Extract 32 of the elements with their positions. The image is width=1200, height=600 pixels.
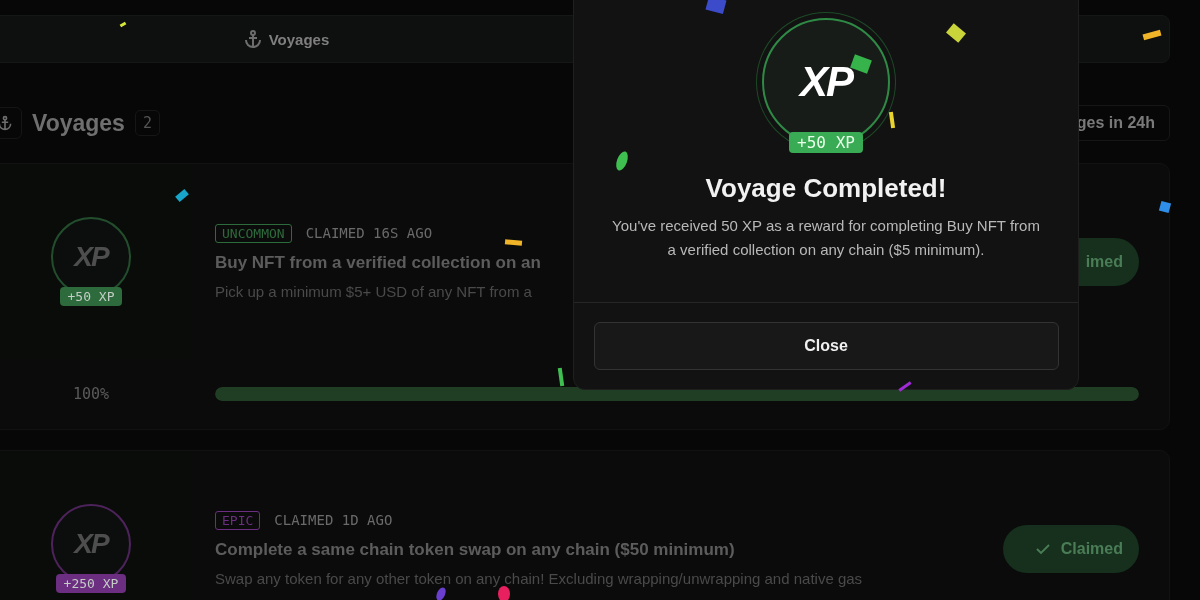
confetti-piece: [616, 151, 628, 171]
confetti-piece: [498, 586, 510, 600]
anchor-icon: [242, 29, 263, 49]
voyage-title: Buy NFT from a verified collection on an: [215, 252, 541, 273]
voyages-tab[interactable]: Voyages: [0, 16, 581, 62]
voyage-title: Complete a same chain token swap on any chain ($50 minimum): [215, 539, 736, 560]
confetti-piece: [898, 381, 912, 392]
claimed-button[interactable]: Claimed: [1003, 524, 1139, 573]
rarity-tag: UNCOMMON: [215, 223, 292, 243]
confetti-piece: [888, 111, 896, 129]
confetti-piece: [1158, 200, 1172, 214]
rarity-tag: EPIC: [215, 510, 261, 530]
confetti-piece: [119, 21, 127, 28]
confetti-piece: [705, 0, 727, 15]
claimed-time: CLAIMED 1D AGO: [274, 512, 393, 528]
progress-percent: 100%: [71, 385, 111, 403]
confetti-piece: [504, 239, 523, 246]
voyage-description: Swap any token for any other token on any chain! Excluding wrapping/unwrapping and native gas: [215, 569, 863, 587]
count-badge: 2: [134, 110, 160, 136]
section-title: Voyages: [32, 109, 125, 137]
dialog-title: Voyage Completed!: [705, 173, 947, 204]
confetti-piece: [1142, 29, 1162, 41]
claimed-time: CLAIMED 16S AGO: [305, 225, 433, 241]
confetti-piece: [436, 587, 446, 600]
voyage-description: Pick up a minimum $5+ USD of any NFT from a: [215, 282, 533, 300]
confetti-piece: [557, 367, 565, 387]
anchor-icon: [0, 115, 13, 131]
dialog-message: You've received 50 XP as a reward for completing Buy NFT from a verified collection on any chain ($5 minimum).: [611, 216, 1041, 260]
xp-badge: +50 XP: [789, 132, 863, 153]
xp-badge: +50 XP: [59, 287, 123, 306]
xp-badge: +250 XP: [55, 574, 127, 593]
close-button[interactable]: Close: [593, 322, 1059, 370]
